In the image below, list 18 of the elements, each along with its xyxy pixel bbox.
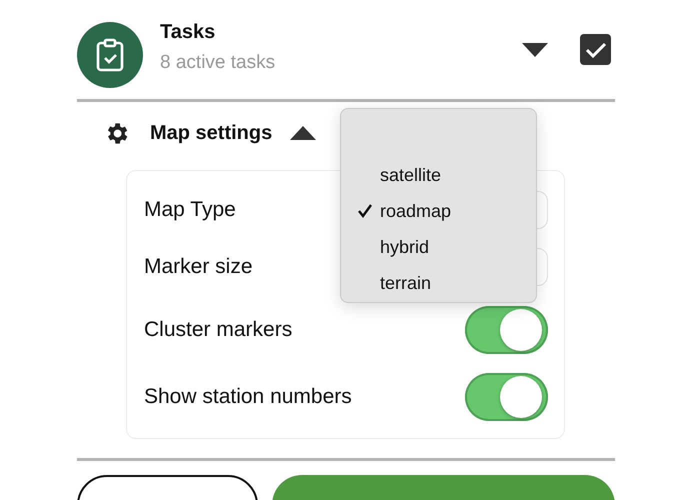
toggle-switch[interactable] <box>465 372 548 420</box>
task-count: 8 active tasks <box>160 52 276 74</box>
check-icon <box>584 40 606 58</box>
menu-option[interactable]: roadmap <box>341 193 536 229</box>
caret-icon[interactable] <box>522 42 548 56</box>
menu-option[interactable]: terrain <box>341 265 536 301</box>
checkbox[interactable] <box>580 34 611 65</box>
menu-option[interactable]: satellite <box>341 157 536 193</box>
setting-label: Show station numbers <box>144 384 352 408</box>
caret-icon[interactable] <box>290 126 316 140</box>
toggle-switch[interactable] <box>465 306 548 354</box>
card-title: Tasks <box>160 20 216 44</box>
section-title[interactable]: Map settings <box>150 122 272 144</box>
setting-label: Marker size <box>144 254 253 278</box>
setting-label: Cluster markers <box>144 318 292 342</box>
setting-label: Map Type <box>144 198 236 222</box>
clipboard-check-icon <box>95 38 125 72</box>
menu-option[interactable]: hybrid <box>341 229 536 265</box>
